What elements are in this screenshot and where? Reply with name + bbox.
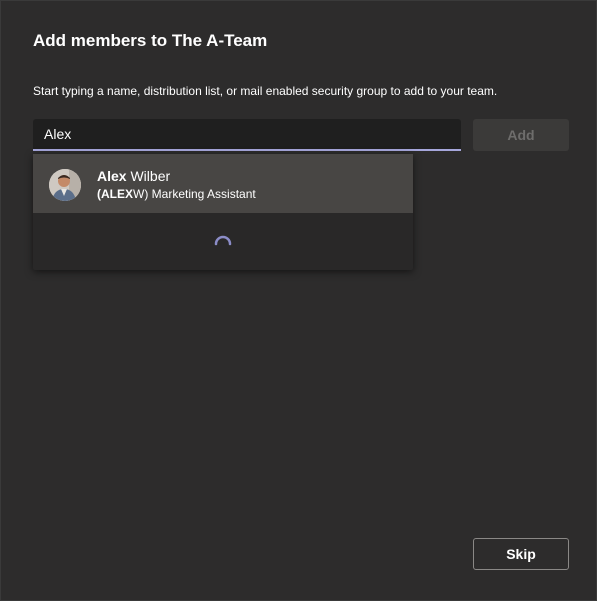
- suggestion-detail: (ALEXW) Marketing Assistant: [97, 187, 256, 201]
- skip-button[interactable]: Skip: [473, 538, 569, 570]
- add-members-dialog: Add members to The A-Team Start typing a…: [0, 0, 597, 601]
- avatar: [49, 169, 81, 201]
- dialog-title: Add members to The A-Team: [33, 31, 268, 50]
- dialog-subtitle: Start typing a name, distribution list, …: [33, 84, 498, 98]
- suggestions-dropdown: Alex Wilber (ALEXW) Marketing Assistant: [33, 154, 413, 270]
- suggestion-item[interactable]: Alex Wilber (ALEXW) Marketing Assistant: [33, 154, 413, 213]
- person-photo-icon: [49, 169, 81, 201]
- spinner-icon: [214, 235, 232, 246]
- member-search-box[interactable]: [33, 119, 461, 151]
- member-search-input[interactable]: [33, 119, 461, 149]
- add-button[interactable]: Add: [473, 119, 569, 151]
- suggestion-name: Alex Wilber: [97, 168, 171, 184]
